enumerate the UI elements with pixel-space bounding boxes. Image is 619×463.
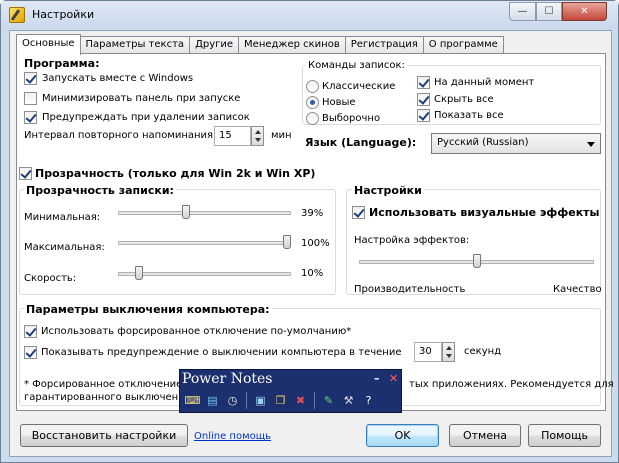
shutdown-header: Параметры выключения компьютера: [24,303,272,316]
footnote-line-2: гарантированного выключени [24,392,185,403]
power-notes-toolbar[interactable]: Power Notes – ✕ ⌨ ▤ ◷ ▣ ❐ ✖ ✎ ⚒? [179,369,402,413]
cmd-hide-all-checkbox[interactable] [417,93,430,106]
minimize-on-start-label: Минимизировать панель при запуске [42,93,241,104]
pen-icon[interactable]: ✎ [320,392,337,409]
chevron-down-icon [587,142,595,147]
radio-new[interactable] [306,96,319,109]
screen-icon[interactable]: ▣ [252,392,269,409]
seconds-input[interactable]: 30 [414,342,442,362]
window-title: Настройки [32,8,95,21]
slider-max-thumb[interactable] [283,235,291,249]
slider-min-value: 39% [301,208,324,219]
seconds-stepper[interactable] [442,342,455,362]
effects-right-caption: Качество [553,284,602,295]
restore-settings-button[interactable]: Восстановить настройки [20,424,188,447]
slider-min-label: Минимальная: [24,212,101,223]
note-clock-icon[interactable]: ◷ [224,392,241,409]
slider-speed-label: Скорость: [24,273,77,284]
cmd-show-all-checkbox[interactable] [417,109,430,122]
force-shutdown-checkbox[interactable] [24,325,37,338]
warn-on-delete-checkbox[interactable] [24,111,37,124]
toolbar-separator [246,392,247,409]
app-pencil-icon [9,7,25,23]
keyboard-icon[interactable]: ⌨ [184,392,201,409]
visual-effects-checkbox[interactable] [352,206,365,219]
radio-classic[interactable] [306,80,319,93]
slider-speed-thumb[interactable] [134,266,143,280]
tab-registration[interactable]: Регистрация [344,36,424,54]
tab-other[interactable]: Другие [189,36,240,54]
minimize-on-start-checkbox[interactable] [24,92,37,105]
slider-max-label: Максимальная: [24,242,105,253]
note-commands-header: Команды записок: [306,60,407,71]
slider-min-thumb[interactable] [182,205,191,219]
slider-speed-value: 10% [301,268,324,279]
transparency-checkbox[interactable] [19,167,32,180]
language-label: Язык (Language): [305,136,417,149]
start-with-windows-checkbox[interactable] [24,72,37,85]
maximize-button[interactable]: ☐ [536,2,562,21]
minimize-button[interactable]: — [509,2,536,21]
language-select[interactable]: Русский (Russian) [431,133,601,154]
tab-text-params[interactable]: Параметры текста [79,36,191,54]
effects-slider-thumb[interactable] [472,254,481,268]
cmd-show-all-label: Показать все [434,110,504,121]
radio-new-label: Новые [322,97,356,108]
radio-selective[interactable] [306,112,319,125]
power-notes-minimize-button[interactable]: – [374,372,380,385]
close-button[interactable]: ✕ [562,2,607,21]
shutdown-warn-label: Показывать предупреждение о выключении к… [41,347,402,358]
warn-on-delete-label: Предупреждать при удалении записок [42,112,250,123]
visual-effects-label: Использовать визуальные эффекты [369,206,600,219]
slider-max-track [118,241,291,245]
transparency-group-header: Прозрачность записки: [24,184,176,197]
help-button[interactable]: Помощь [528,424,601,447]
interval-input[interactable]: 15 [214,126,251,146]
seconds-unit: секунд [464,346,502,357]
tools-icon[interactable]: ⚒ [340,392,357,409]
help-icon[interactable]: ? [360,392,377,409]
power-notes-title: Power Notes [182,371,273,387]
effects-label: Настройка эффектов: [354,235,470,246]
toolbar-separator [314,392,315,409]
tab-main[interactable]: Основные [16,34,81,55]
new-note-icon[interactable]: ▤ [204,392,221,409]
interval-unit: мин [271,130,292,141]
slider-max-value: 100% [301,238,330,249]
interval-label: Интервал повторного напоминания [24,130,214,141]
settings-window: Настройки — ☐ ✕ Основные Параметры текст… [0,0,619,463]
tab-strip: Основные Параметры текста Другие Менедже… [16,34,504,55]
cmd-hide-all-label: Скрыть все [434,94,494,105]
delete-note-icon[interactable]: ✖ [292,392,309,409]
start-with-windows-label: Запускать вместе с Windows [42,73,194,84]
language-select-value: Русский (Russian) [437,137,529,148]
main-tab-panel: Программа: Запускать вместе с Windows Ми… [16,53,614,411]
radio-classic-label: Классические [322,81,396,92]
title-bar[interactable]: Настройки — ☐ ✕ [1,1,618,29]
slider-min-track [118,211,291,215]
cancel-button[interactable]: Отмена [449,424,521,447]
tab-skin-manager[interactable]: Менеджер скинов [238,36,346,54]
force-shutdown-label: Использовать форсированное отключение по… [41,326,352,337]
transparency-label: Прозрачность (только для Win 2k и Win XP… [35,167,316,180]
interval-stepper[interactable] [251,126,264,146]
notes-stack-icon[interactable]: ❐ [272,392,289,409]
cmd-current-label: На данный момент [434,77,535,88]
program-header: Программа: [24,57,100,70]
footnote-line-1: * Форсированное отключение [24,379,183,390]
cmd-current-checkbox[interactable] [417,76,430,89]
ok-button[interactable]: OK [366,424,439,447]
effects-left-caption: Производительность [354,284,466,295]
shutdown-warn-checkbox[interactable] [24,346,37,359]
slider-speed-track [118,272,291,276]
footnote-right: тых приложениях. Рекомендуется для [409,379,614,390]
power-notes-icon-row: ⌨ ▤ ◷ ▣ ❐ ✖ ✎ ⚒? [184,392,377,409]
radio-selective-label: Выборочно [322,113,381,124]
power-notes-close-button[interactable]: ✕ [389,372,398,385]
settings-group-header: Настройки [352,184,424,197]
online-help-link[interactable]: Online помощь [194,431,271,442]
tab-about[interactable]: О программе [422,36,504,54]
